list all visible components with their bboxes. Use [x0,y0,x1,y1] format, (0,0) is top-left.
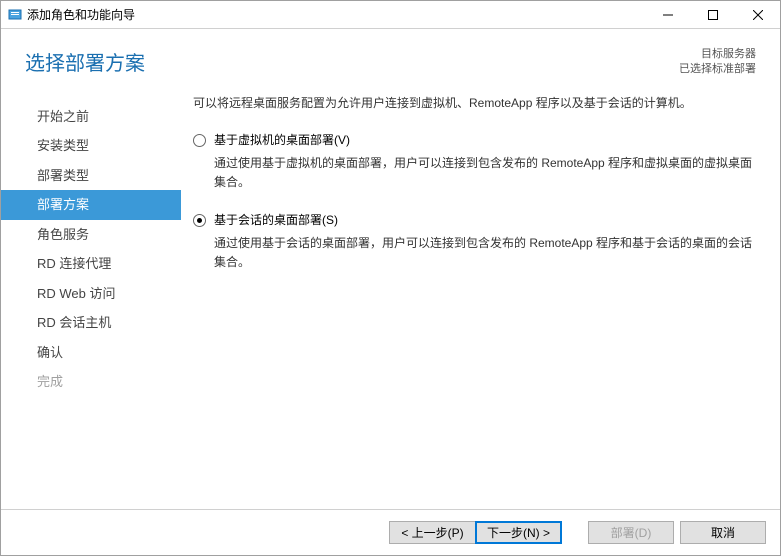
option-label: 基于会话的桌面部署(S) [214,211,338,230]
radio-session-based[interactable]: 基于会话的桌面部署(S) [193,211,756,230]
option-vm-based: 基于虚拟机的桌面部署(V) 通过使用基于虚拟机的桌面部署，用户可以连接到包含发布… [193,131,756,193]
option-session-based: 基于会话的桌面部署(S) 通过使用基于会话的桌面部署，用户可以连接到包含发布的 … [193,211,756,273]
radio-icon [193,214,206,227]
titlebar: 添加角色和功能向导 [1,1,780,29]
sidebar-item-confirm[interactable]: 确认 [1,338,181,368]
header: 选择部署方案 目标服务器 已选择标准部署 [1,29,780,86]
minimize-button[interactable] [645,1,690,29]
prev-button[interactable]: < 上一步(P) [389,521,475,544]
sidebar-item-complete: 完成 [1,367,181,397]
cancel-button[interactable]: 取消 [680,521,766,544]
page-title: 选择部署方案 [25,47,679,76]
app-icon [7,7,23,23]
radio-icon [193,134,206,147]
option-desc: 通过使用基于会话的桌面部署，用户可以连接到包含发布的 RemoteApp 程序和… [214,234,756,272]
nav-button-pair: < 上一步(P) 下一步(N) > [389,521,562,544]
target-info: 目标服务器 已选择标准部署 [679,47,756,78]
option-desc: 通过使用基于虚拟机的桌面部署，用户可以连接到包含发布的 RemoteApp 程序… [214,154,756,192]
sidebar-item-deploy-type[interactable]: 部署类型 [1,161,181,191]
content: 可以将远程桌面服务配置为允许用户连接到虚拟机、RemoteApp 程序以及基于会… [181,94,780,509]
option-label: 基于虚拟机的桌面部署(V) [214,131,350,150]
deploy-button: 部署(D) [588,521,674,544]
wizard-window: 添加角色和功能向导 选择部署方案 目标服务器 已选择标准部署 开始之前 安装类型… [0,0,781,556]
target-sub: 已选择标准部署 [679,62,756,77]
footer: < 上一步(P) 下一步(N) > 部署(D) 取消 [1,509,780,555]
sidebar-item-deploy-scenario[interactable]: 部署方案 [1,190,181,220]
target-label: 目标服务器 [679,47,756,62]
sidebar-item-rd-session-host[interactable]: RD 会话主机 [1,308,181,338]
window-title: 添加角色和功能向导 [27,6,645,23]
sidebar-item-role-services[interactable]: 角色服务 [1,220,181,250]
sidebar-item-rd-web[interactable]: RD Web 访问 [1,279,181,309]
next-button[interactable]: 下一步(N) > [475,521,562,544]
sidebar: 开始之前 安装类型 部署类型 部署方案 角色服务 RD 连接代理 RD Web … [1,94,181,509]
maximize-button[interactable] [690,1,735,29]
close-button[interactable] [735,1,780,29]
window-controls [645,1,780,29]
radio-vm-based[interactable]: 基于虚拟机的桌面部署(V) [193,131,756,150]
body: 开始之前 安装类型 部署类型 部署方案 角色服务 RD 连接代理 RD Web … [1,86,780,509]
sidebar-item-before-begin[interactable]: 开始之前 [1,102,181,132]
intro-text: 可以将远程桌面服务配置为允许用户连接到虚拟机、RemoteApp 程序以及基于会… [193,94,756,113]
sidebar-item-install-type[interactable]: 安装类型 [1,131,181,161]
sidebar-item-rd-broker[interactable]: RD 连接代理 [1,249,181,279]
